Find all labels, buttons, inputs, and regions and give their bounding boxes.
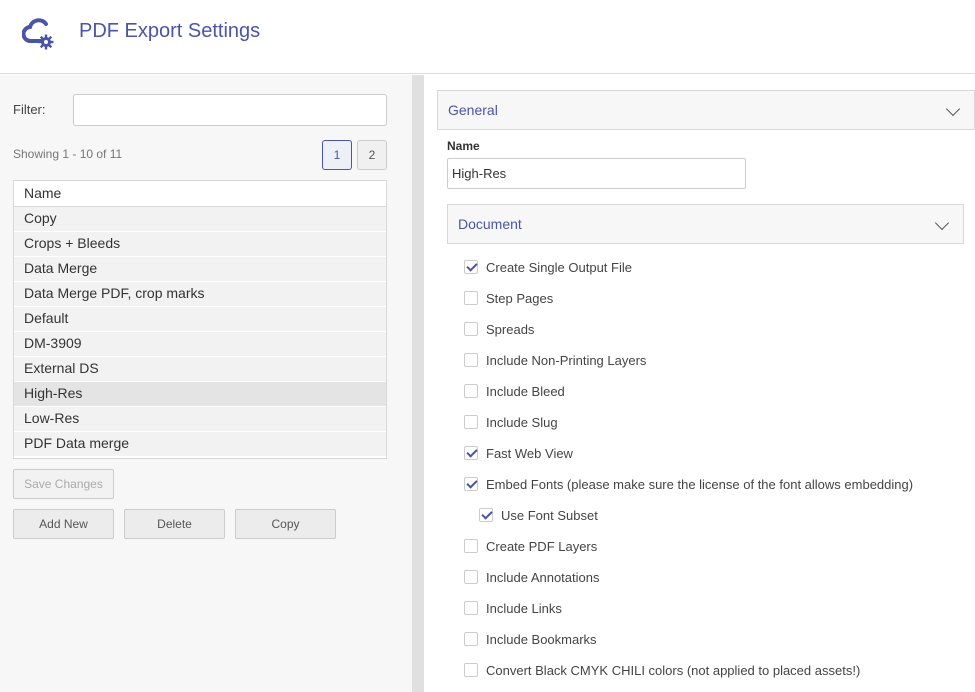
option-checkbox[interactable] — [464, 260, 478, 274]
option-label: Include Annotations — [486, 569, 600, 585]
option-label: Embed Fonts (please make sure the licens… — [486, 476, 914, 492]
filter-input[interactable] — [73, 94, 387, 126]
table-row[interactable]: External DS — [14, 357, 386, 382]
copy-button[interactable]: Copy — [235, 509, 336, 539]
table-row[interactable]: DM-3909 — [14, 332, 386, 357]
table-row[interactable]: PDF Data merge — [14, 432, 386, 457]
name-label: Name — [447, 139, 480, 153]
add-new-button[interactable]: Add New — [13, 509, 114, 539]
option-checkbox[interactable] — [464, 570, 478, 584]
table-row[interactable]: Default — [14, 307, 386, 332]
option-label: Use Font Subset — [501, 507, 598, 523]
filter-label: Filter: — [13, 102, 46, 117]
table-row[interactable]: Crops + Bleeds — [14, 232, 386, 257]
page-1-button[interactable]: 1 — [322, 140, 352, 170]
delete-button[interactable]: Delete — [124, 509, 225, 539]
option-checkbox[interactable] — [464, 446, 478, 460]
option-checkbox[interactable] — [464, 384, 478, 398]
page-2-button[interactable]: 2 — [357, 140, 387, 170]
option-label: Convert Black CMYK CHILI colors (not app… — [486, 662, 861, 678]
column-header-name[interactable]: Name — [14, 181, 386, 207]
option-4[interactable]: Include Bleed — [464, 381, 565, 401]
option-label: Create PDF Layers — [486, 538, 598, 554]
option-checkbox[interactable] — [464, 291, 478, 305]
app-header: PDF Export Settings — [0, 0, 975, 74]
option-label: Spreads — [486, 321, 535, 337]
table-row[interactable]: Low-Res — [14, 407, 386, 432]
option-0[interactable]: Create Single Output File — [464, 257, 632, 277]
option-label: Include Links — [486, 600, 562, 616]
chevron-down-icon — [945, 101, 961, 117]
option-label: Fast Web View — [486, 445, 573, 461]
option-label: Include Bleed — [486, 383, 565, 399]
panel-splitter[interactable] — [412, 75, 424, 692]
option-3[interactable]: Include Non-Printing Layers — [464, 350, 646, 370]
option-checkbox[interactable] — [464, 601, 478, 615]
settings-panel: General Name High-Res Document Create Si… — [424, 75, 975, 692]
chevron-down-icon — [934, 215, 950, 231]
option-label: Create Single Output File — [486, 259, 632, 275]
option-checkbox[interactable] — [464, 322, 478, 336]
option-label: Include Slug — [486, 414, 558, 430]
option-8[interactable]: Use Font Subset — [479, 505, 598, 525]
table-row[interactable]: Data Merge — [14, 257, 386, 282]
presets-panel: Filter: Showing 1 - 10 of 11 1 2 Name Co… — [0, 75, 412, 692]
document-section-header[interactable]: Document — [447, 204, 964, 244]
table-row-selected[interactable]: High-Res — [14, 382, 386, 407]
presets-table: Name Copy Crops + Bleeds Data Merge Data… — [13, 180, 387, 459]
option-checkbox[interactable] — [464, 415, 478, 429]
option-label: Include Non-Printing Layers — [486, 352, 647, 368]
option-label: Include Bookmarks — [486, 631, 597, 647]
cloud-gear-icon — [22, 18, 54, 50]
option-6[interactable]: Fast Web View — [464, 443, 573, 463]
option-checkbox[interactable] — [464, 477, 478, 491]
general-section-header[interactable]: General — [437, 90, 975, 130]
option-checkbox[interactable] — [464, 539, 478, 553]
document-section-title: Document — [458, 216, 522, 232]
general-section-title: General — [448, 102, 498, 118]
table-row[interactable]: Data Merge PDF, crop marks — [14, 282, 386, 307]
option-checkbox[interactable] — [464, 632, 478, 646]
option-9[interactable]: Create PDF Layers — [464, 536, 597, 556]
option-12[interactable]: Include Bookmarks — [464, 629, 597, 649]
save-changes-button[interactable]: Save Changes — [13, 469, 114, 499]
name-field[interactable]: High-Res — [447, 158, 746, 189]
option-7[interactable]: Embed Fonts (please make sure the licens… — [464, 474, 913, 494]
option-checkbox[interactable] — [464, 663, 478, 677]
option-11[interactable]: Include Links — [464, 598, 562, 618]
option-5[interactable]: Include Slug — [464, 412, 558, 432]
option-checkbox[interactable] — [464, 353, 478, 367]
option-checkbox[interactable] — [479, 508, 493, 522]
page-title: PDF Export Settings — [79, 20, 261, 42]
option-13[interactable]: Convert Black CMYK CHILI colors (not app… — [464, 660, 860, 680]
option-10[interactable]: Include Annotations — [464, 567, 599, 587]
showing-count: Showing 1 - 10 of 11 — [13, 147, 123, 161]
option-1[interactable]: Step Pages — [464, 288, 553, 308]
option-2[interactable]: Spreads — [464, 319, 534, 339]
option-label: Step Pages — [486, 290, 554, 306]
table-row[interactable]: Copy — [14, 207, 386, 232]
